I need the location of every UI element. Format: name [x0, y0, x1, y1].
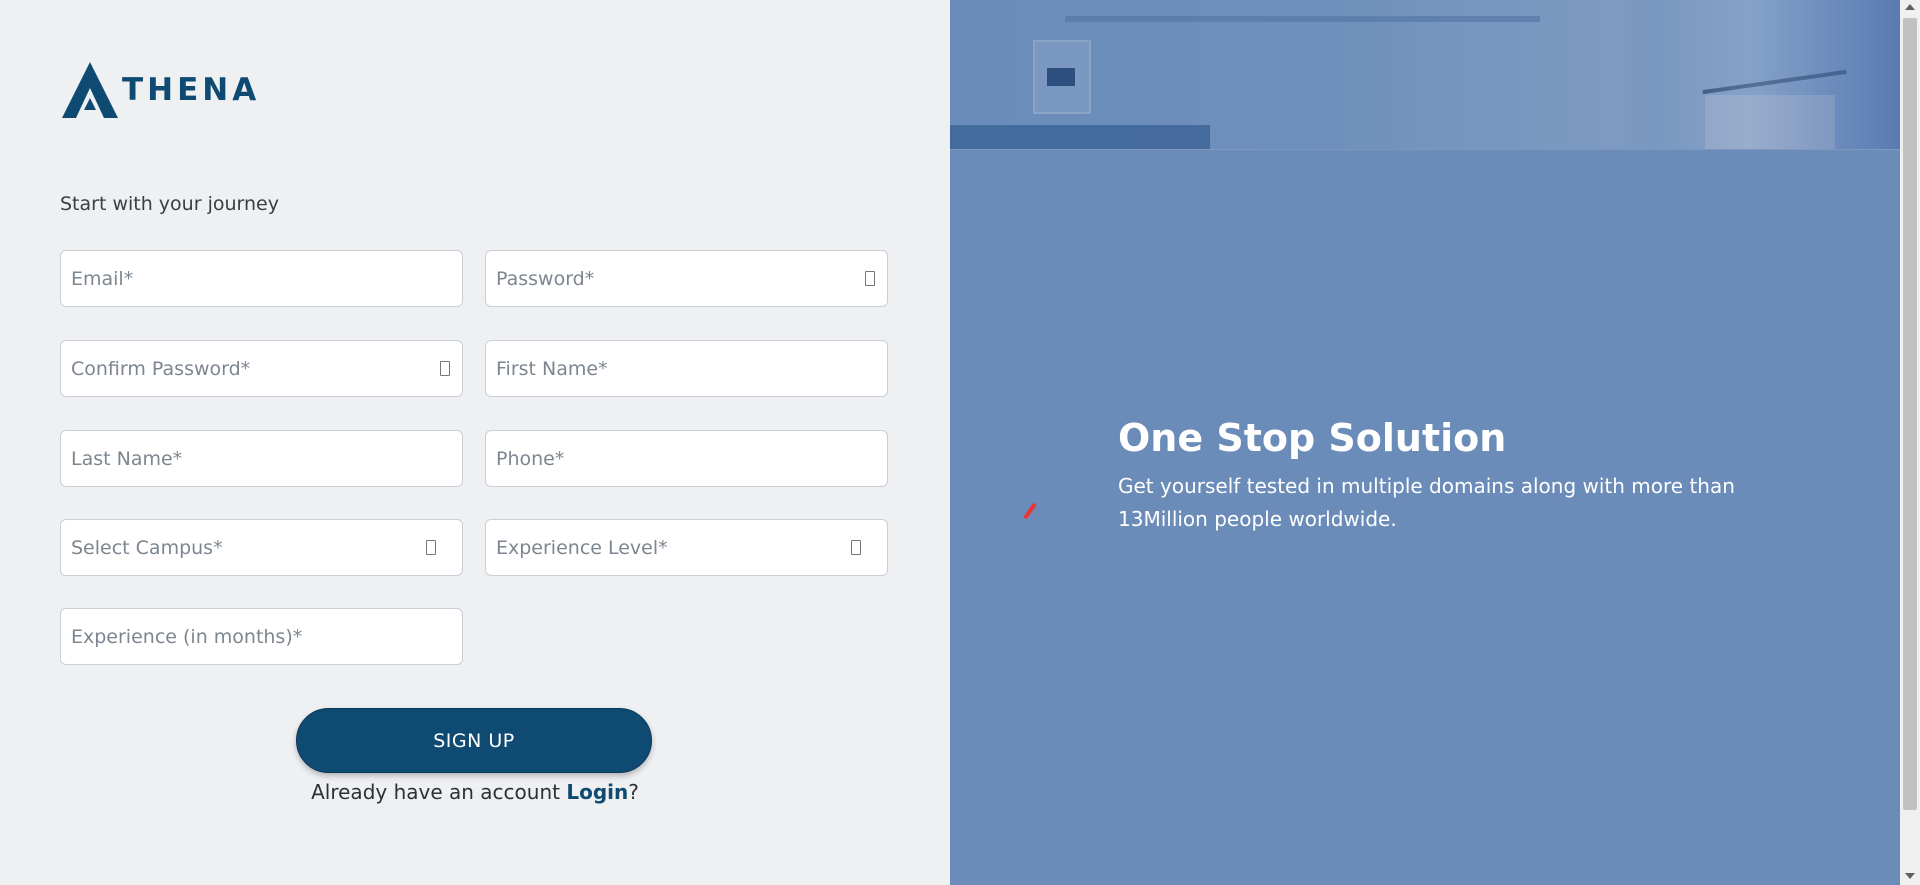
hero-banner-image: [950, 0, 1900, 150]
hero-description: Get yourself tested in multiple domains …: [1118, 474, 1735, 531]
password-placeholder: Password*: [496, 267, 595, 290]
dropdown-icon[interactable]: [851, 540, 861, 555]
campus-placeholder: Select Campus*: [71, 536, 223, 559]
login-link[interactable]: Login: [566, 780, 628, 804]
phone-field[interactable]: Phone*: [485, 430, 888, 487]
picture-frame: [1033, 40, 1091, 114]
desk-shape: [950, 125, 1210, 149]
login-prompt-suffix: ?: [628, 780, 639, 804]
hero-panel: One Stop Solution Get yourself tested in…: [950, 0, 1900, 885]
experience-level-select[interactable]: Experience Level*: [485, 519, 888, 576]
email-field[interactable]: Email*: [60, 250, 463, 307]
brand-wordmark: THENA: [122, 72, 261, 108]
experience-level-placeholder: Experience Level*: [496, 536, 668, 559]
signup-panel: THENA Start with your journey Email* Pas…: [0, 0, 950, 885]
first-name-placeholder: First Name*: [496, 357, 608, 380]
scrollbar-thumb[interactable]: [1903, 18, 1917, 810]
last-name-placeholder: Last Name*: [71, 447, 183, 470]
athena-triangle-logo-icon: [62, 62, 118, 118]
loading-spinner-icon: [1023, 502, 1037, 520]
hero-title: One Stop Solution: [1118, 416, 1507, 460]
last-name-field[interactable]: Last Name*: [60, 430, 463, 487]
confirm-password-field[interactable]: Confirm Password*: [60, 340, 463, 397]
signup-button[interactable]: SIGN UP: [296, 708, 652, 773]
vertical-scrollbar[interactable]: [1900, 0, 1920, 885]
form-heading: Start with your journey: [60, 193, 279, 215]
shelf-shape: [1065, 16, 1540, 22]
experience-months-placeholder: Experience (in months)*: [71, 625, 303, 648]
scroll-down-arrow-icon[interactable]: [1905, 873, 1915, 879]
first-name-field[interactable]: First Name*: [485, 340, 888, 397]
email-placeholder: Email*: [71, 267, 134, 290]
scroll-up-arrow-icon[interactable]: [1905, 4, 1915, 10]
dropdown-icon[interactable]: [426, 540, 436, 555]
confirm-password-placeholder: Confirm Password*: [71, 357, 251, 380]
frame-figure: [1047, 68, 1075, 86]
login-prompt: Already have an account Login?: [0, 780, 950, 804]
eye-toggle-icon[interactable]: [865, 271, 875, 286]
eye-toggle-icon[interactable]: [440, 361, 450, 376]
login-prompt-text: Already have an account: [311, 780, 560, 804]
campus-select[interactable]: Select Campus*: [60, 519, 463, 576]
athena-logo[interactable]: THENA: [60, 58, 260, 122]
phone-placeholder: Phone*: [496, 447, 565, 470]
light-glow: [1650, 0, 1900, 149]
password-field[interactable]: Password*: [485, 250, 888, 307]
experience-months-field[interactable]: Experience (in months)*: [60, 608, 463, 665]
